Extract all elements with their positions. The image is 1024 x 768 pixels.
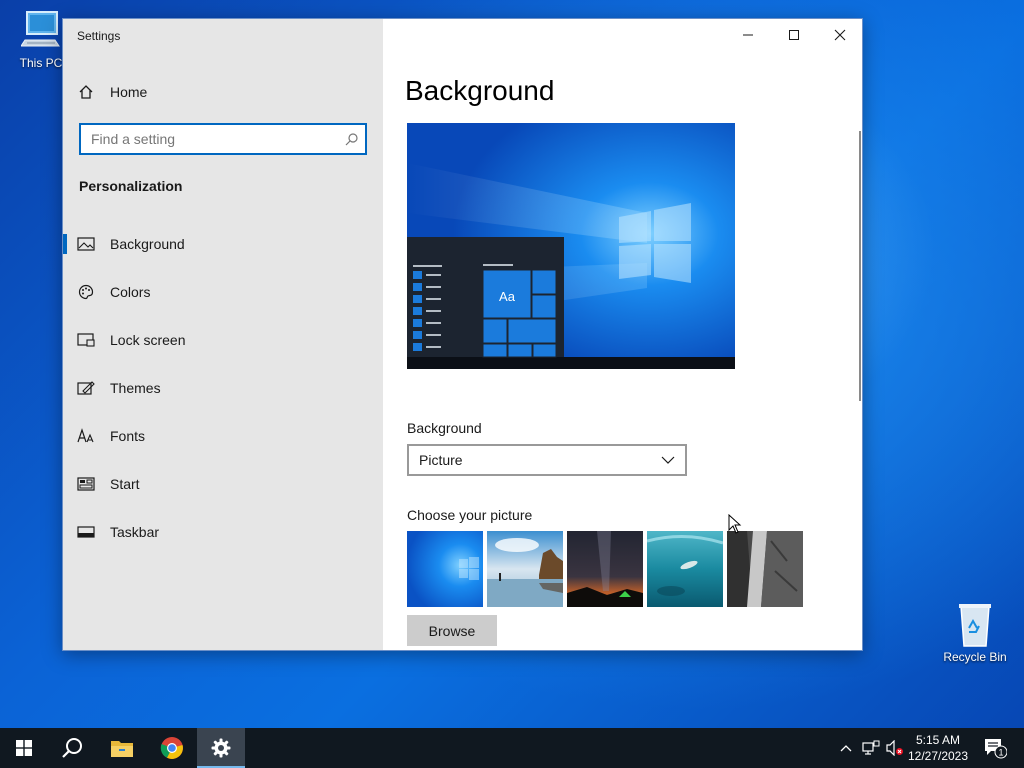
- search-icon[interactable]: [339, 132, 365, 146]
- sidebar-item-label: Colors: [110, 284, 151, 300]
- network-icon: [862, 740, 880, 755]
- desktop-icon-label: This PC: [19, 56, 63, 70]
- sidebar-item-home[interactable]: Home: [63, 72, 383, 112]
- search-box: [79, 123, 367, 155]
- desktop-icon-label: Recycle Bin: [943, 650, 1007, 664]
- page-title: Background: [405, 75, 555, 106]
- maximize-icon: [789, 30, 799, 40]
- minimize-button[interactable]: [725, 19, 771, 51]
- main-content: Background Aa Background Picture Choose …: [383, 19, 862, 650]
- picture-icon: [63, 237, 110, 251]
- desktop-icon-recycle-bin[interactable]: Recycle Bin: [940, 602, 1010, 664]
- search-taskbar-button[interactable]: [48, 728, 96, 768]
- chevron-down-icon: [661, 456, 675, 464]
- sidebar-item-label: Background: [110, 236, 185, 252]
- sidebar-item-label: Lock screen: [110, 332, 186, 348]
- network-button[interactable]: [860, 728, 882, 768]
- picture-thumbnail-1[interactable]: [407, 531, 483, 607]
- notification-count: 1: [998, 748, 1003, 758]
- chevron-up-icon: [840, 745, 852, 752]
- gear-icon: [211, 738, 231, 758]
- window-title: Settings: [77, 29, 121, 43]
- minimize-icon: [743, 34, 753, 36]
- windows-logo-icon: [16, 740, 32, 756]
- sidebar-item-label: Fonts: [110, 428, 146, 444]
- lock-screen-icon: [63, 333, 110, 347]
- themes-icon: [63, 380, 110, 396]
- background-select[interactable]: Picture: [407, 444, 687, 476]
- palette-icon: [63, 284, 110, 300]
- sidebar-item-themes[interactable]: Themes: [63, 368, 383, 408]
- recycle-bin-icon: [959, 604, 991, 647]
- clock-date: 12/27/2023: [907, 749, 969, 763]
- sidebar-item-label: Themes: [110, 380, 161, 396]
- sidebar: Settings Home Personalization Background: [63, 19, 383, 650]
- section-heading: Personalization: [79, 178, 183, 194]
- mouse-cursor-icon: [728, 514, 742, 534]
- show-hidden-icons-button[interactable]: [836, 728, 856, 768]
- sidebar-item-lock-screen[interactable]: Lock screen: [63, 320, 383, 360]
- close-icon: [834, 29, 846, 41]
- sidebar-item-label: Start: [110, 476, 140, 492]
- picture-thumbnail-5[interactable]: [727, 531, 803, 607]
- folder-icon: [111, 741, 133, 757]
- action-center-button[interactable]: 1: [978, 728, 1012, 768]
- notification-icon: 1: [985, 739, 1007, 759]
- sidebar-item-background[interactable]: Background: [63, 224, 383, 264]
- background-label: Background: [407, 420, 482, 436]
- settings-taskbar-button[interactable]: [197, 728, 245, 768]
- maximize-button[interactable]: [771, 19, 817, 51]
- picture-thumbnail-3[interactable]: [567, 531, 643, 607]
- sidebar-item-start[interactable]: Start: [63, 464, 383, 504]
- taskbar: 5:15 AM 12/27/2023 1: [0, 728, 1024, 768]
- search-icon: [62, 738, 82, 758]
- home-icon: [63, 84, 110, 100]
- sidebar-item-fonts[interactable]: Fonts: [63, 416, 383, 456]
- chrome-button[interactable]: [148, 728, 196, 768]
- background-preview: Aa: [407, 123, 735, 369]
- chrome-icon: [160, 737, 183, 759]
- choose-picture-label: Choose your picture: [407, 507, 533, 523]
- close-button[interactable]: [817, 19, 862, 51]
- fonts-icon: [63, 428, 110, 444]
- file-explorer-button[interactable]: [98, 728, 146, 768]
- browse-button[interactable]: Browse: [407, 615, 497, 646]
- volume-muted-icon: [886, 740, 903, 756]
- start-icon: [63, 477, 110, 491]
- preview-tile-text: Aa: [499, 289, 516, 304]
- taskbar-icon: [63, 526, 110, 538]
- clock-time: 5:15 AM: [915, 733, 961, 747]
- settings-window: Settings Home Personalization Background: [62, 18, 863, 651]
- picture-thumbnail-4[interactable]: [647, 531, 723, 607]
- sidebar-item-label: Home: [110, 84, 148, 100]
- background-select-value: Picture: [419, 452, 463, 468]
- start-button[interactable]: [0, 728, 48, 768]
- picture-thumbnail-2[interactable]: [487, 531, 563, 607]
- sidebar-item-taskbar[interactable]: Taskbar: [63, 512, 383, 552]
- sidebar-item-label: Taskbar: [110, 524, 160, 540]
- computer-icon: [21, 11, 60, 47]
- scrollbar[interactable]: [859, 131, 861, 401]
- taskbar-clock[interactable]: 5:15 AM 12/27/2023: [903, 732, 973, 764]
- sidebar-item-colors[interactable]: Colors: [63, 272, 383, 312]
- search-input[interactable]: [81, 131, 339, 147]
